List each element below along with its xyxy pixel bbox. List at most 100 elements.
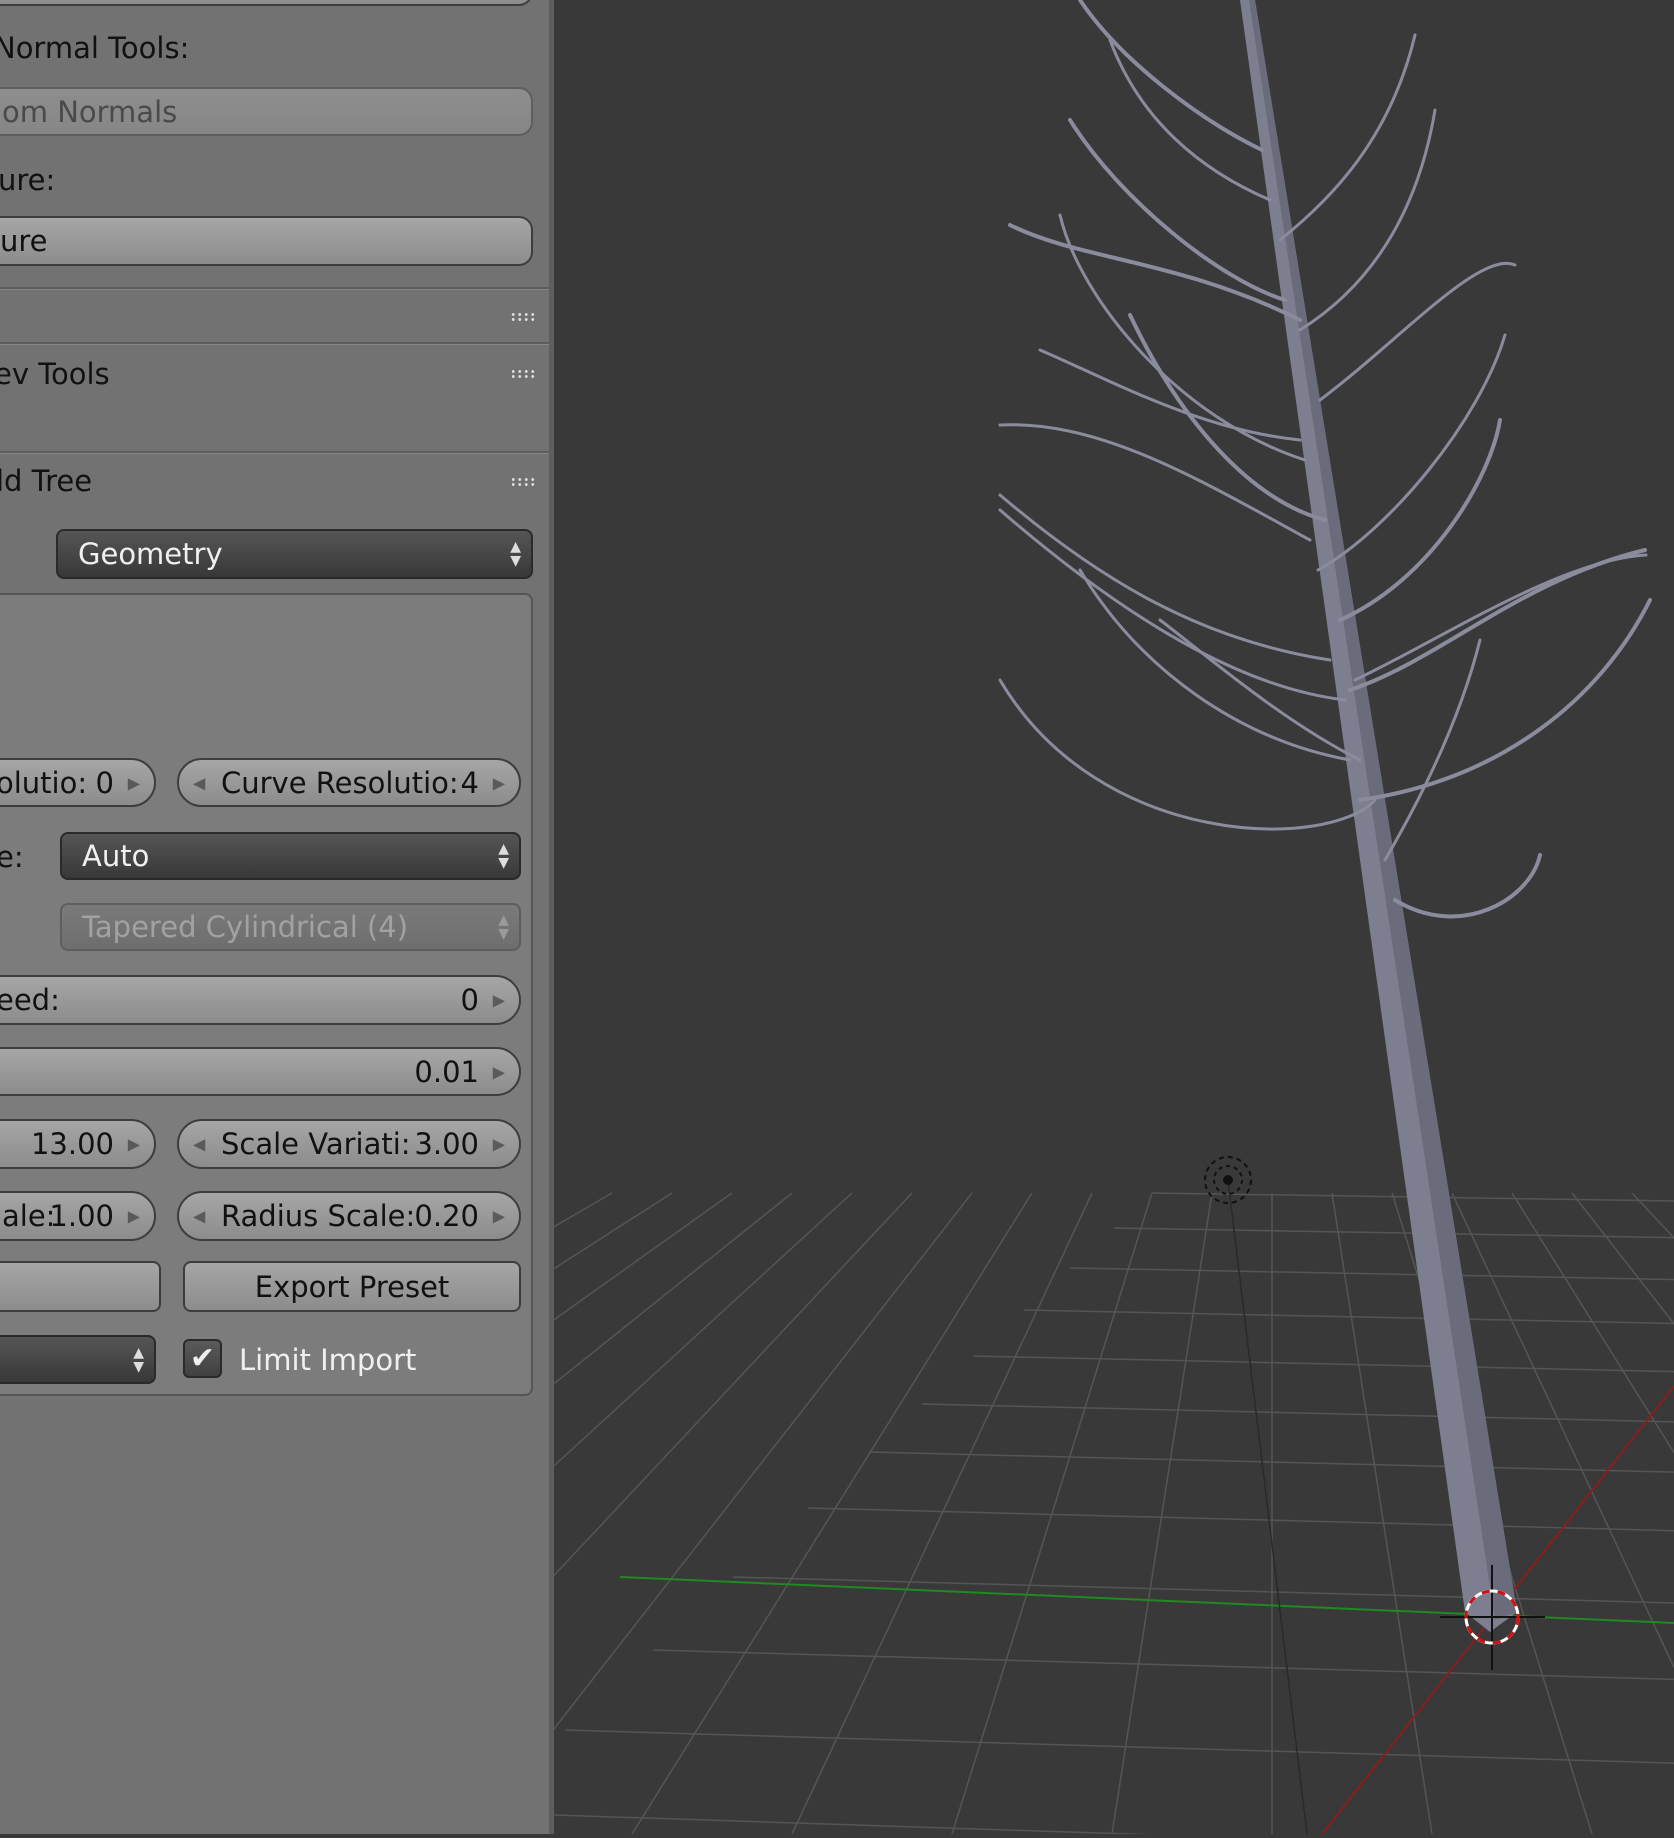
field-value: 0.20 xyxy=(414,1199,479,1233)
grid-line xyxy=(732,1576,1674,1604)
dev-tools-header[interactable]: ev Tools xyxy=(0,360,110,389)
seed-field[interactable]: eed: 0 ▶ xyxy=(0,975,521,1025)
grid-line xyxy=(951,1192,1153,1835)
tree-branch xyxy=(1358,598,1652,802)
field-label: Curve Resolutio: xyxy=(221,765,459,800)
3d-viewport[interactable] xyxy=(0,0,1674,1838)
grid-line xyxy=(1571,1192,1674,1325)
bevel-dropdown-value: Auto xyxy=(82,839,150,873)
tree-branch xyxy=(998,508,1347,702)
scale-left-field[interactable]: ale: 1.00 ▶ xyxy=(0,1191,156,1241)
up-down-arrows-icon: ▲ ▼ xyxy=(498,912,509,942)
drag-grip-icon[interactable] xyxy=(510,312,536,322)
panel-divider xyxy=(0,287,553,290)
increment-arrow-icon[interactable]: ▶ xyxy=(493,1062,505,1081)
field-value: 0 xyxy=(460,983,479,1017)
viewport-canvas[interactable] xyxy=(0,0,1674,1838)
normals-button-label: om Normals xyxy=(2,94,178,129)
3d-cursor-icon[interactable] xyxy=(1440,1565,1545,1670)
build-tree-header[interactable]: ld Tree xyxy=(0,467,92,496)
checkmark-icon: ✔ xyxy=(189,1341,216,1376)
up-down-arrows-icon: ▲ ▼ xyxy=(498,841,509,871)
increment-arrow-icon[interactable]: ▶ xyxy=(128,1135,140,1154)
tree-branch xyxy=(1348,548,1647,692)
grid-line xyxy=(471,1192,973,1835)
field-value: 3.00 xyxy=(414,1127,479,1161)
tree-branch xyxy=(1353,553,1648,682)
grid-line xyxy=(921,1403,1674,1423)
field-label: Scale Variati: xyxy=(221,1127,411,1161)
texture-label: ure: xyxy=(0,163,56,197)
panel-divider xyxy=(0,451,553,454)
grid-line xyxy=(791,1192,1093,1835)
preset-dropdown[interactable]: ▲ ▼ xyxy=(0,1335,156,1384)
field-value: 1.00 xyxy=(49,1199,114,1233)
field-label: Radius Scale: xyxy=(221,1199,416,1233)
tool-shelf-panel: Normal Tools: om Normals ure: ure ev Too… xyxy=(0,0,553,1834)
branch-type-dropdown[interactable]: Tapered Cylindrical (4) ▲ ▼ xyxy=(60,903,521,951)
bevel-label: e: xyxy=(0,840,24,874)
drag-grip-icon[interactable] xyxy=(510,477,536,487)
scale-variation-field[interactable]: ◀ Scale Variati: 3.00 ▶ xyxy=(177,1119,521,1169)
limit-import-checkbox[interactable]: ✔ xyxy=(183,1339,222,1378)
mode-dropdown[interactable]: Geometry ▲ ▼ xyxy=(56,529,533,579)
increment-arrow-icon[interactable]: ▶ xyxy=(128,1207,140,1226)
field-label: olutio: xyxy=(0,765,88,800)
branch-type-value: Tapered Cylindrical (4) xyxy=(82,910,409,944)
grid-line xyxy=(0,1192,613,1551)
tree-branch xyxy=(1038,348,1302,442)
drag-grip-icon[interactable] xyxy=(510,369,536,379)
bevel-dropdown[interactable]: Auto ▲ ▼ xyxy=(60,832,521,880)
resolution-left-field[interactable]: olutio: 0 ▶ xyxy=(0,758,156,807)
grid-line xyxy=(1113,1227,1674,1239)
texture-button-label: ure xyxy=(0,224,48,258)
export-preset-label: Export Preset xyxy=(254,1269,450,1304)
field-label: ale: xyxy=(2,1199,56,1233)
curve-resolution-field[interactable]: ◀ Curve Resolutio: 4 ▶ xyxy=(177,758,521,807)
increment-arrow-icon[interactable]: ▶ xyxy=(493,1135,505,1154)
grid-line xyxy=(0,1192,733,1716)
left-button-partial[interactable] xyxy=(0,1261,161,1312)
value-field[interactable]: 0.01 ▶ xyxy=(0,1047,521,1096)
grid-line xyxy=(1111,1192,1213,1835)
tree-branch xyxy=(1298,108,1437,332)
grid-line xyxy=(1070,1267,1674,1281)
grid-line xyxy=(1331,1192,1433,1835)
z-axis-line xyxy=(1227,1179,1308,1835)
mode-dropdown-value: Geometry xyxy=(78,537,223,571)
field-value: 0.01 xyxy=(414,1054,479,1089)
grid-line xyxy=(652,1649,1674,1681)
scale-field[interactable]: 13.00 ▶ xyxy=(0,1119,156,1169)
tree-branch xyxy=(1278,33,1417,242)
tree-mesh[interactable] xyxy=(1240,0,1517,1632)
tree-branch xyxy=(1383,638,1482,862)
increment-arrow-icon[interactable]: ▶ xyxy=(128,773,140,792)
grid-line xyxy=(565,1729,1674,1764)
texture-button[interactable]: ure xyxy=(0,216,533,266)
increment-arrow-icon[interactable]: ▶ xyxy=(493,991,505,1010)
increment-arrow-icon[interactable]: ▶ xyxy=(493,773,505,792)
tree-branch xyxy=(1078,0,1264,152)
field-value: 13.00 xyxy=(30,1127,114,1161)
decrement-arrow-icon[interactable]: ◀ xyxy=(193,1207,205,1226)
grid-line xyxy=(311,1192,913,1835)
tree-branch xyxy=(1316,333,1507,572)
field-value: 0 xyxy=(95,765,114,800)
field-value: 4 xyxy=(460,765,479,800)
grid-line xyxy=(807,1507,1674,1532)
grid-line xyxy=(0,1192,793,1829)
grid-line xyxy=(1631,1192,1674,1239)
radius-scale-field[interactable]: ◀ Radius Scale: 0.20 ▶ xyxy=(177,1191,521,1241)
increment-arrow-icon[interactable]: ▶ xyxy=(493,1207,505,1226)
export-preset-button[interactable]: Export Preset xyxy=(183,1261,521,1312)
limit-import-label[interactable]: Limit Import xyxy=(239,1346,416,1375)
normals-button[interactable]: om Normals xyxy=(0,87,533,136)
grid-line xyxy=(1024,1309,1674,1325)
tree-branch xyxy=(1008,223,1302,322)
up-down-arrows-icon: ▲ ▼ xyxy=(133,1344,144,1375)
decrement-arrow-icon[interactable]: ◀ xyxy=(193,1135,205,1154)
decrement-arrow-icon[interactable]: ◀ xyxy=(193,773,205,792)
tree-trunk-shade xyxy=(1249,0,1517,1620)
grid-line xyxy=(1511,1192,1674,1455)
top-button-partial[interactable] xyxy=(0,0,533,6)
